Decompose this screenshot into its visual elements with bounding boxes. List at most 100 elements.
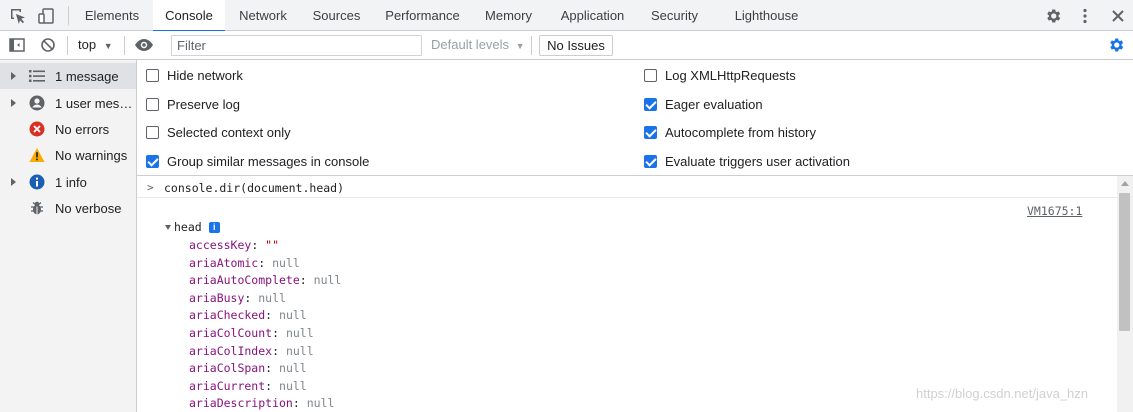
tab-lighthouse[interactable]: Lighthouse	[708, 0, 825, 31]
bug-icon	[29, 200, 45, 216]
list-icon	[29, 68, 45, 84]
property-separator: :	[258, 255, 273, 270]
option-label: Eager evaluation	[665, 96, 763, 112]
option-label: Selected context only	[167, 124, 291, 140]
property-key: ariaDescription	[189, 396, 293, 411]
autocomplete-history-option[interactable]: Autocomplete from history	[644, 123, 816, 141]
log-xhr-option[interactable]: Log XMLHttpRequests	[644, 66, 796, 84]
property-row[interactable]: accessKey: ""	[189, 237, 341, 255]
property-value: ""	[265, 238, 280, 252]
sidebar-item-verbose[interactable]: No verbose	[0, 195, 136, 221]
log-levels-dropdown[interactable]: Default levels ▼	[431, 37, 525, 52]
property-row[interactable]: ariaColCount: null	[189, 325, 341, 343]
eager-evaluation-option[interactable]: Eager evaluation	[644, 95, 763, 113]
sidebar-item-label: No warnings	[55, 148, 128, 163]
toolbar-divider	[531, 36, 532, 55]
sidebar-item-errors[interactable]: No errors	[0, 116, 136, 142]
property-separator: :	[299, 273, 314, 288]
hide-network-option[interactable]: Hide network	[146, 66, 243, 84]
property-key: ariaChecked	[189, 308, 266, 323]
log-xhr-checkbox[interactable]	[644, 68, 657, 82]
clear-console-icon[interactable]	[38, 35, 58, 55]
sidebar-item-label: 1 info	[55, 175, 87, 190]
context-selector[interactable]: top ▼	[78, 37, 113, 52]
property-row[interactable]: ariaChecked: null	[189, 307, 341, 325]
console-output[interactable]: > console.dir(document.head) VM1675:1 he…	[137, 176, 1117, 412]
option-label: Evaluate triggers user activation	[665, 153, 850, 169]
sidebar-item-warnings[interactable]: No warnings	[0, 142, 136, 168]
selected-context-only-option[interactable]: Selected context only	[146, 123, 291, 141]
more-options-icon[interactable]	[1075, 6, 1095, 26]
sidebar-item-label: 1 user messages	[55, 96, 135, 111]
tab-security[interactable]: Security	[641, 0, 708, 31]
property-value: null	[285, 325, 314, 340]
sidebar-toggle-icon[interactable]	[7, 35, 27, 55]
close-icon[interactable]	[1108, 6, 1128, 26]
toolbar-divider	[68, 6, 69, 25]
sidebar-item-messages[interactable]: 1 message	[0, 63, 136, 89]
property-separator: :	[265, 308, 280, 323]
property-value: null	[279, 361, 307, 376]
evaluate-triggers-checkbox[interactable]	[644, 154, 657, 168]
property-row[interactable]: ariaCurrent: null	[189, 378, 341, 396]
object-header[interactable]: head i	[165, 220, 220, 234]
console-settings-gear-icon[interactable]	[1106, 35, 1126, 55]
option-label: Preserve log	[167, 96, 240, 112]
property-row[interactable]: ariaBusy: null	[189, 290, 341, 308]
console-scrollbar[interactable]	[1117, 176, 1133, 412]
autocomplete-history-checkbox[interactable]	[644, 125, 657, 139]
tab-console[interactable]: Console	[153, 0, 225, 32]
eye-icon[interactable]	[134, 35, 154, 55]
issues-button[interactable]: No Issues	[539, 35, 613, 56]
error-icon	[29, 121, 45, 137]
watermark: https://blog.csdn.net/java_hzn	[916, 386, 1089, 401]
filter-input[interactable]	[171, 35, 422, 56]
expand-triangle-icon[interactable]	[165, 224, 171, 230]
hide-network-checkbox[interactable]	[146, 68, 159, 82]
tab-network[interactable]: Network	[225, 0, 301, 31]
device-toolbar-icon[interactable]	[36, 6, 56, 26]
property-row[interactable]: ariaColIndex: null	[189, 343, 341, 361]
scroll-up-arrow-icon[interactable]	[1121, 181, 1129, 186]
property-value: null	[313, 273, 342, 288]
selected-context-only-checkbox[interactable]	[146, 125, 159, 139]
expand-arrow-icon[interactable]	[11, 99, 16, 107]
property-row[interactable]: ariaAtomic: null	[189, 255, 341, 273]
tab-elements[interactable]: Elements	[71, 0, 153, 31]
scrollbar-thumb[interactable]	[1119, 193, 1130, 331]
sidebar-item-user-messages[interactable]: 1 user messages	[0, 90, 136, 116]
user-icon	[29, 95, 45, 111]
property-key: ariaAtomic	[189, 255, 259, 270]
console-sidebar: 1 message 1 user messages No errors No w…	[0, 60, 137, 412]
group-similar-checkbox[interactable]	[146, 154, 159, 168]
property-value: null	[272, 255, 300, 270]
property-value: null	[279, 378, 307, 393]
property-row[interactable]: ariaAutoComplete: null	[189, 272, 341, 290]
source-link[interactable]: VM1675:1	[1027, 204, 1082, 218]
tab-memory[interactable]: Memory	[473, 0, 544, 31]
property-value: null	[285, 343, 314, 358]
property-row[interactable]: ariaColSpan: null	[189, 360, 341, 378]
tab-performance[interactable]: Performance	[372, 0, 473, 31]
gear-icon[interactable]	[1043, 6, 1063, 26]
expand-arrow-icon[interactable]	[11, 72, 16, 80]
group-similar-option[interactable]: Group similar messages in console	[146, 152, 369, 170]
tab-application[interactable]: Application	[544, 0, 641, 31]
preserve-log-checkbox[interactable]	[146, 97, 159, 111]
tab-sources[interactable]: Sources	[301, 0, 372, 31]
preserve-log-option[interactable]: Preserve log	[146, 95, 240, 113]
info-badge-icon[interactable]: i	[208, 221, 220, 233]
property-row[interactable]: ariaDescription: null	[189, 395, 341, 412]
console-input-echo: > console.dir(document.head)	[137, 176, 1117, 198]
eager-evaluation-checkbox[interactable]	[644, 97, 657, 111]
inspect-element-icon[interactable]	[8, 6, 28, 26]
property-key: ariaBusy	[189, 290, 245, 305]
evaluate-triggers-option[interactable]: Evaluate triggers user activation	[644, 152, 850, 170]
property-separator: :	[244, 290, 259, 305]
chevron-down-icon: ▼	[515, 41, 525, 51]
property-separator: :	[272, 325, 286, 340]
expand-arrow-icon[interactable]	[11, 178, 16, 186]
property-separator: :	[251, 238, 266, 252]
devtools-tab-bar: Elements Console Network Sources Performance…	[0, 0, 1133, 32]
sidebar-item-info[interactable]: 1 info	[0, 169, 136, 195]
